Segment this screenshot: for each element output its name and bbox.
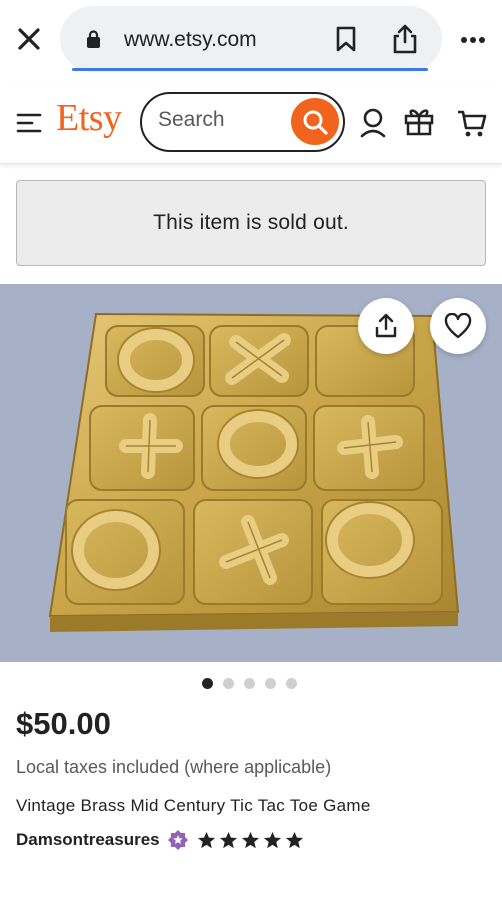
sold-out-notice: This item is sold out. xyxy=(16,180,486,266)
hamburger-icon[interactable] xyxy=(16,112,42,134)
star-icon xyxy=(219,831,237,848)
search-icon xyxy=(303,110,328,135)
share-icon[interactable] xyxy=(393,24,417,54)
user-icon[interactable] xyxy=(360,108,386,138)
search-input[interactable] xyxy=(158,108,288,132)
browser-toolbar: www.etsy.com xyxy=(0,0,502,82)
rating-stars[interactable] xyxy=(197,831,304,850)
shop-row: Damsontreasures xyxy=(16,828,304,852)
carousel-dot[interactable] xyxy=(202,678,213,689)
carousel-dot[interactable] xyxy=(223,678,234,689)
page-load-progress xyxy=(72,68,428,71)
lock-icon xyxy=(87,30,100,48)
product-image-carousel[interactable] xyxy=(0,284,502,662)
share-icon xyxy=(375,313,397,338)
product-image xyxy=(48,312,460,632)
carousel-dot[interactable] xyxy=(265,678,276,689)
search-bar[interactable] xyxy=(140,92,345,152)
heart-icon xyxy=(444,313,472,339)
search-button[interactable] xyxy=(291,98,339,145)
listing-price: $50.00 xyxy=(16,706,111,741)
bookmark-icon[interactable] xyxy=(336,26,356,52)
carousel-dot[interactable] xyxy=(244,678,255,689)
carousel-indicator xyxy=(202,678,297,690)
star-icon xyxy=(197,831,215,848)
star-icon xyxy=(241,831,259,848)
favorite-button[interactable] xyxy=(430,298,486,354)
tax-note: Local taxes included (where applicable) xyxy=(16,757,332,777)
more-icon[interactable] xyxy=(460,36,486,44)
cart-icon[interactable] xyxy=(456,108,488,138)
site-header: Etsy xyxy=(0,82,502,164)
gift-icon[interactable] xyxy=(404,106,434,136)
sold-out-text: This item is sold out. xyxy=(153,211,349,234)
etsy-logo[interactable]: Etsy xyxy=(56,96,122,140)
shop-name-link[interactable]: Damsontreasures xyxy=(16,830,160,850)
carousel-dot[interactable] xyxy=(286,678,297,689)
listing-title: Vintage Brass Mid Century Tic Tac Toe Ga… xyxy=(16,796,371,815)
star-icon xyxy=(285,831,303,848)
close-icon[interactable] xyxy=(16,26,42,52)
url-text[interactable]: www.etsy.com xyxy=(124,28,257,52)
share-listing-button[interactable] xyxy=(358,298,414,354)
star-icon xyxy=(263,831,281,848)
star-seller-icon xyxy=(167,830,188,850)
